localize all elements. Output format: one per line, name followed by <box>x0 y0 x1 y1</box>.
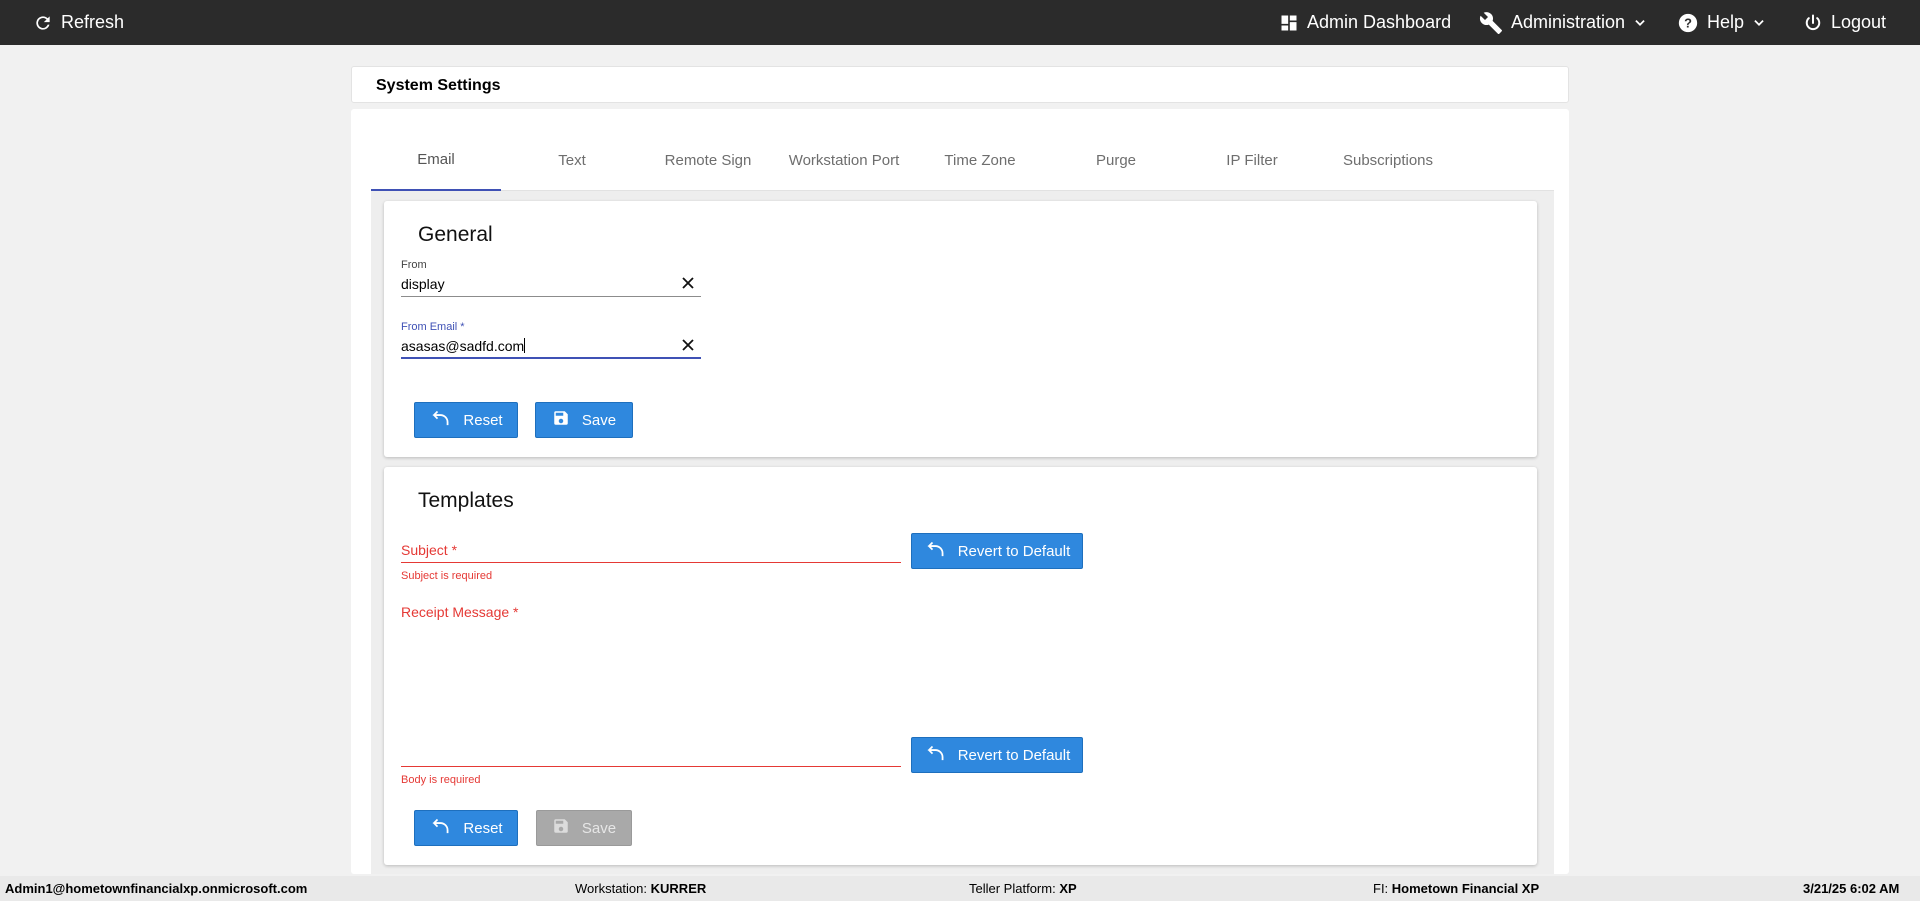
tab-label: Time Zone <box>944 151 1016 169</box>
templates-save-label: Save <box>581 819 617 837</box>
tab-label: Purge <box>1095 151 1137 169</box>
tab-ip-filter[interactable]: IP Filter <box>1187 129 1317 191</box>
fi-label: FI: <box>1373 881 1389 896</box>
from-email-value: asasas@sadfd.com <box>401 338 526 354</box>
tab-label: Email <box>417 150 455 168</box>
revert-body-label: Revert to Default <box>957 746 1071 764</box>
help-icon: ? <box>1677 12 1699 34</box>
settings-card: Email Text Remote Sign Workstation Port … <box>351 109 1569 874</box>
tab-text[interactable]: Text <box>507 129 637 191</box>
templates-reset-button[interactable]: Reset <box>414 810 518 846</box>
templates-reset-label: Reset <box>463 819 503 837</box>
undo-icon <box>429 410 451 430</box>
general-section: General From display From Email * asasas… <box>384 201 1537 457</box>
svg-text:?: ? <box>1684 15 1692 30</box>
status-teller-platform: Teller Platform: XP <box>969 881 1077 896</box>
general-save-label: Save <box>581 411 617 429</box>
from-email-text: asasas@sadfd.com <box>401 338 525 354</box>
refresh-icon <box>33 13 53 33</box>
teller-value: XP <box>1059 881 1077 896</box>
administration-label: Administration <box>1511 12 1626 32</box>
tab-time-zone[interactable]: Time Zone <box>915 129 1045 191</box>
workstation-label: Workstation: <box>575 881 648 896</box>
page-title-card: System Settings <box>351 66 1569 103</box>
templates-section: Templates Subject * Subject is required … <box>384 467 1537 865</box>
tab-subscriptions[interactable]: Subscriptions <box>1323 129 1453 191</box>
from-email-field[interactable]: asasas@sadfd.com <box>401 335 701 359</box>
settings-tabs: Email Text Remote Sign Workstation Port … <box>371 129 1554 191</box>
status-user: Admin1@hometownfinancialxp.onmicrosoft.c… <box>5 881 307 896</box>
close-icon[interactable] <box>681 276 695 293</box>
tab-label: IP Filter <box>1226 151 1278 169</box>
status-workstation: Workstation: KURRER <box>575 881 706 896</box>
help-label: Help <box>1707 12 1745 32</box>
tab-remote-sign[interactable]: Remote Sign <box>643 129 773 191</box>
templates-title: Templates <box>418 489 514 512</box>
status-fi: FI: Hometown Financial XP <box>1373 881 1539 896</box>
general-save-button[interactable]: Save <box>535 402 633 438</box>
tab-label: Workstation Port <box>788 151 900 169</box>
help-menu[interactable]: ? Help <box>1677 0 1766 45</box>
general-reset-label: Reset <box>463 411 503 429</box>
general-title: General <box>418 223 493 246</box>
revert-subject-button[interactable]: Revert to Default <box>911 533 1083 569</box>
revert-body-button[interactable]: Revert to Default <box>911 737 1083 773</box>
undo-icon <box>429 818 451 838</box>
status-bar: Admin1@hometownfinancialxp.onmicrosoft.c… <box>0 876 1920 901</box>
tab-label: Remote Sign <box>664 151 752 169</box>
refresh-label: Refresh <box>61 12 125 32</box>
body-error: Body is required <box>401 774 481 786</box>
datetime-value: 3/21/25 6:02 AM <box>1803 881 1900 896</box>
top-bar: Refresh Admin Dashboard Administration ?… <box>0 0 1920 45</box>
subject-error: Subject is required <box>401 570 493 582</box>
from-field[interactable]: display <box>401 273 701 297</box>
from-value: display <box>401 276 445 292</box>
admin-dashboard-link[interactable]: Admin Dashboard <box>1279 0 1451 45</box>
admin-dashboard-label: Admin Dashboard <box>1307 12 1452 32</box>
logout-button[interactable]: Logout <box>1803 0 1886 45</box>
chevron-down-icon <box>1633 16 1647 30</box>
undo-icon <box>924 541 946 561</box>
wrench-icon <box>1479 11 1503 35</box>
subject-input[interactable] <box>401 562 901 563</box>
tab-label: Text <box>558 151 586 169</box>
dashboard-icon <box>1279 13 1299 33</box>
tab-purge[interactable]: Purge <box>1051 129 1181 191</box>
close-icon[interactable] <box>681 338 695 355</box>
tab-workstation-port[interactable]: Workstation Port <box>779 129 909 191</box>
tab-email[interactable]: Email <box>371 129 501 191</box>
email-tab-content: General From display From Email * asasas… <box>371 191 1554 874</box>
tab-label: Subscriptions <box>1342 151 1434 169</box>
user-email: Admin1@hometownfinancialxp.onmicrosoft.c… <box>5 881 308 896</box>
templates-save-button[interactable]: Save <box>536 810 632 846</box>
teller-label: Teller Platform: <box>969 881 1056 896</box>
save-icon <box>552 817 570 839</box>
status-datetime: 3/21/25 6:02 AM <box>1803 881 1899 896</box>
text-caret <box>524 338 526 353</box>
from-label: From <box>401 259 427 271</box>
refresh-button[interactable]: Refresh <box>33 0 124 45</box>
from-email-label: From Email * <box>401 321 465 333</box>
revert-subject-label: Revert to Default <box>957 542 1071 560</box>
receipt-message-label: Receipt Message * <box>401 604 519 620</box>
save-icon <box>552 409 570 431</box>
subject-label: Subject * <box>401 542 458 558</box>
undo-icon <box>924 745 946 765</box>
chevron-down-icon <box>1752 16 1766 30</box>
workstation-value: KURRER <box>650 881 707 896</box>
fi-value: Hometown Financial XP <box>1391 881 1540 896</box>
power-icon <box>1803 13 1823 33</box>
page-title: System Settings <box>376 77 501 94</box>
general-reset-button[interactable]: Reset <box>414 402 518 438</box>
administration-menu[interactable]: Administration <box>1479 0 1647 45</box>
receipt-message-textarea[interactable] <box>401 624 901 767</box>
logout-label: Logout <box>1831 12 1887 32</box>
